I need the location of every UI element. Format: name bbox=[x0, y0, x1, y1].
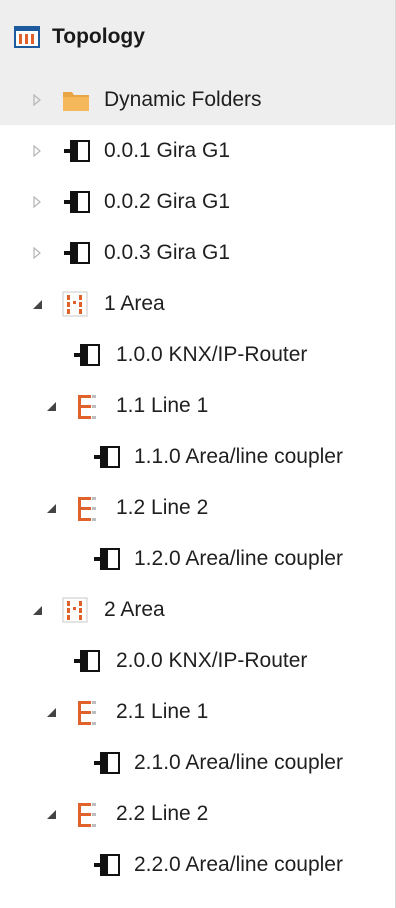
tree-item-device[interactable]: 2.1.0 Area/line coupler bbox=[0, 737, 395, 788]
tree-item-device[interactable]: 1.1.0 Area/line coupler bbox=[0, 431, 395, 482]
line-icon bbox=[76, 393, 102, 419]
tree-item-device[interactable]: 0.0.1 Gira G1 bbox=[0, 125, 395, 176]
topology-tree: Dynamic Folders 0.0.1 Gira G1 0.0.2 Gira… bbox=[0, 74, 395, 890]
tree-item-label: 2.1.0 Area/line coupler bbox=[134, 750, 343, 774]
line-icon bbox=[76, 495, 102, 521]
tree-item-device[interactable]: 0.0.3 Gira G1 bbox=[0, 227, 395, 278]
tree-item-label: 2.0.0 KNX/IP-Router bbox=[116, 648, 308, 672]
expand-expanded-icon[interactable] bbox=[44, 807, 58, 821]
tree-item-device[interactable]: 0.0.2 Gira G1 bbox=[0, 176, 395, 227]
device-icon bbox=[72, 342, 100, 368]
device-icon bbox=[92, 750, 120, 776]
tree-item-line[interactable]: 2.1 Line 1 bbox=[0, 686, 395, 737]
device-icon bbox=[92, 852, 120, 878]
tree-item-label: 1.1 Line 1 bbox=[116, 393, 209, 417]
tree-item-label: 2.1 Line 1 bbox=[116, 699, 209, 723]
tree-item-dynamic-folders[interactable]: Dynamic Folders bbox=[0, 74, 395, 125]
tree-item-label: 0.0.3 Gira G1 bbox=[104, 240, 231, 264]
expand-expanded-icon[interactable] bbox=[44, 501, 58, 515]
tree-item-device[interactable]: 2.0.0 KNX/IP-Router bbox=[0, 635, 395, 686]
line-icon bbox=[76, 801, 102, 827]
tree-item-label: 1.1.0 Area/line coupler bbox=[134, 444, 343, 468]
tree-item-label: 0.0.2 Gira G1 bbox=[104, 189, 231, 213]
expand-expanded-icon[interactable] bbox=[44, 399, 58, 413]
expand-expanded-icon[interactable] bbox=[30, 603, 44, 617]
tree-item-label: 2.2 Line 2 bbox=[116, 801, 209, 825]
tree-item-device[interactable]: 1.2.0 Area/line coupler bbox=[0, 533, 395, 584]
panel-title: Topology bbox=[52, 25, 145, 48]
tree-item-device[interactable]: 1.0.0 KNX/IP-Router bbox=[0, 329, 395, 380]
expand-collapsed-icon[interactable] bbox=[30, 93, 44, 107]
folder-icon bbox=[62, 87, 89, 113]
tree-item-line[interactable]: 1.1 Line 1 bbox=[0, 380, 395, 431]
area-icon bbox=[62, 291, 88, 317]
tree-item-line[interactable]: 2.2 Line 2 bbox=[0, 788, 395, 839]
tree-item-label: 1.2.0 Area/line coupler bbox=[134, 546, 343, 570]
tree-item-label: Dynamic Folders bbox=[104, 87, 262, 111]
tree-item-label: 1.0.0 KNX/IP-Router bbox=[116, 342, 308, 366]
line-icon bbox=[76, 699, 102, 725]
expand-expanded-icon[interactable] bbox=[30, 297, 44, 311]
tree-item-label: 0.0.1 Gira G1 bbox=[104, 138, 231, 162]
topology-panel: Topology Dynamic Folders 0.0.1 Gira G1 0… bbox=[0, 0, 396, 908]
tree-item-area-2[interactable]: 2 Area bbox=[0, 584, 395, 635]
tree-item-label: 2 Area bbox=[104, 597, 165, 621]
device-icon bbox=[92, 546, 120, 572]
panel-header: Topology bbox=[0, 0, 395, 74]
expand-collapsed-icon[interactable] bbox=[30, 195, 44, 209]
device-icon bbox=[62, 138, 90, 164]
area-icon bbox=[62, 597, 88, 623]
tree-item-label: 1 Area bbox=[104, 291, 165, 315]
tree-item-device[interactable]: 2.2.0 Area/line coupler bbox=[0, 839, 395, 890]
tree-item-area-1[interactable]: 1 Area bbox=[0, 278, 395, 329]
expand-collapsed-icon[interactable] bbox=[30, 144, 44, 158]
device-icon bbox=[72, 648, 100, 674]
expand-expanded-icon[interactable] bbox=[44, 705, 58, 719]
tree-item-line[interactable]: 1.2 Line 2 bbox=[0, 482, 395, 533]
expand-collapsed-icon[interactable] bbox=[30, 246, 44, 260]
device-icon bbox=[62, 189, 90, 215]
tree-item-label: 2.2.0 Area/line coupler bbox=[134, 852, 343, 876]
device-icon bbox=[92, 444, 120, 470]
topology-icon bbox=[14, 25, 40, 49]
tree-item-label: 1.2 Line 2 bbox=[116, 495, 209, 519]
device-icon bbox=[62, 240, 90, 266]
